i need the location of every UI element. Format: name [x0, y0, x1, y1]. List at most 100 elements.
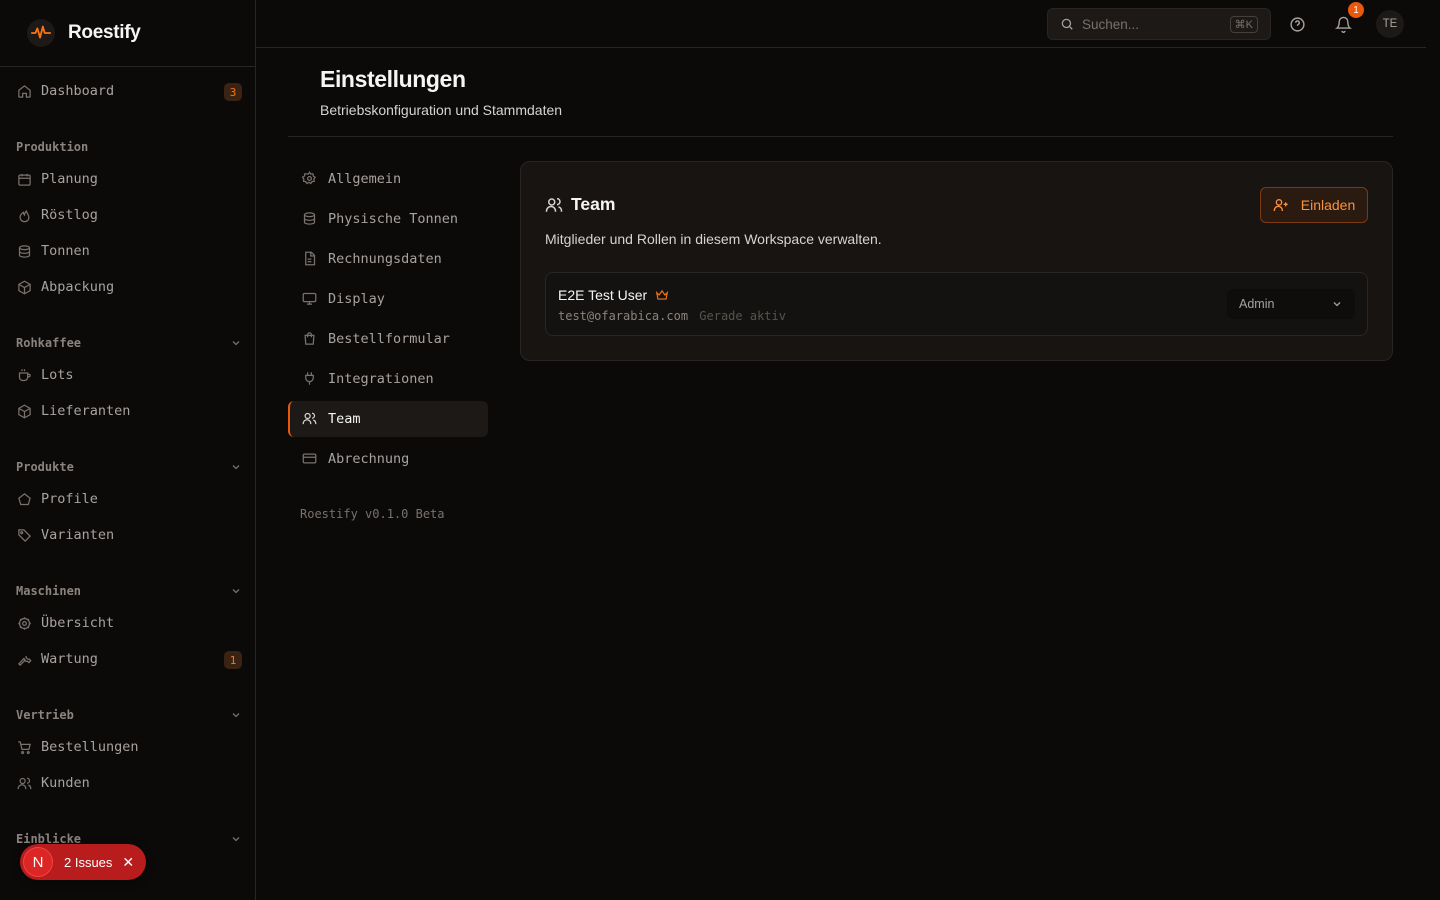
sidebar-item-lots[interactable]: Lots	[8, 359, 248, 391]
sidebar: Roestify Dashboard 3 Produktion Planung …	[0, 0, 256, 900]
sidebar-item-lieferanten[interactable]: Lieferanten	[8, 395, 248, 427]
close-icon[interactable]: ✕	[122, 854, 134, 871]
package-icon	[16, 279, 32, 295]
section-label: Rohkaffee	[16, 336, 82, 350]
settings-tab-abrechnung[interactable]: Abrechnung	[288, 441, 488, 477]
flame-icon	[16, 207, 32, 223]
settings-tab-integrationen[interactable]: Integrationen	[288, 361, 488, 397]
dashboard-badge: 3	[224, 83, 242, 101]
sidebar-item-label: Profile	[41, 491, 98, 507]
cart-icon	[16, 739, 32, 755]
gear-icon	[302, 171, 318, 187]
section-vertrieb[interactable]: Vertrieb	[16, 705, 242, 725]
sidebar-item-label: Lots	[41, 367, 74, 383]
tag-icon	[16, 527, 32, 543]
sidebar-item-label: Röstlog	[41, 207, 98, 223]
sidebar-item-profile[interactable]: Profile	[8, 483, 248, 515]
chevron-down-icon	[232, 589, 240, 594]
sidebar-item-label: Abpackung	[41, 279, 115, 295]
shopping-bag-icon	[302, 331, 318, 347]
drum-icon	[302, 211, 318, 227]
settings-tab-label: Rechnungsdaten	[328, 251, 442, 267]
card-title-text: Team	[571, 194, 616, 214]
member-name-wrap: E2E Test User	[558, 287, 669, 303]
section-produkte[interactable]: Produkte	[16, 457, 242, 477]
sidebar-item-label: Bestellungen	[41, 739, 139, 755]
user-plus-icon	[1273, 197, 1289, 213]
brand-name: Roestify	[68, 22, 141, 43]
sidebar-item-varianten[interactable]: Varianten	[8, 519, 248, 551]
sidebar-item-roestlog[interactable]: Röstlog	[8, 199, 248, 231]
section-label: Produkte	[16, 460, 74, 474]
settings-tab-label: Display	[328, 291, 385, 307]
role-select[interactable]: Admin	[1227, 289, 1355, 319]
chevron-down-icon	[232, 341, 240, 346]
avatar[interactable]: TE	[1376, 10, 1404, 38]
search-input[interactable]: Suchen... ⌘K	[1047, 8, 1271, 40]
member-meta: test@ofarabica.com Gerade aktiv	[558, 309, 786, 323]
sidebar-item-dashboard[interactable]: Dashboard 3	[8, 75, 248, 107]
chevron-down-icon	[1333, 302, 1341, 307]
role-select-value: Admin	[1239, 297, 1275, 311]
calendar-icon	[16, 171, 32, 187]
sidebar-item-bestellungen[interactable]: Bestellungen	[8, 731, 248, 763]
sidebar-item-label: Übersicht	[41, 615, 115, 631]
team-card: Team Mitglieder und Rollen in diesem Wor…	[520, 161, 1393, 361]
box-icon	[16, 403, 32, 419]
cog-icon	[16, 615, 32, 631]
section-label: Vertrieb	[16, 708, 74, 722]
issues-indicator[interactable]: N 2 Issues ✕	[20, 844, 146, 880]
chevron-down-icon	[232, 837, 240, 842]
sidebar-item-label: Dashboard	[41, 83, 115, 99]
help-icon[interactable]	[1285, 12, 1309, 36]
settings-tab-allgemein[interactable]: Allgemein	[288, 161, 488, 197]
settings-tab-physische-tonnen[interactable]: Physische Tonnen	[288, 201, 488, 237]
card-title: Team	[545, 194, 615, 215]
sidebar-item-abpackung[interactable]: Abpackung	[8, 271, 248, 303]
page-subtitle: Betriebskonfiguration und Stammdaten	[320, 102, 563, 118]
invite-button-label: Einladen	[1300, 197, 1356, 213]
sidebar-item-tonnen[interactable]: Tonnen	[8, 235, 248, 267]
invite-button[interactable]: Einladen	[1260, 187, 1368, 223]
brand[interactable]: Roestify	[0, 0, 255, 67]
sidebar-item-label: Planung	[41, 171, 98, 187]
wartung-badge: 1	[224, 651, 242, 669]
header-divider	[288, 136, 1393, 137]
coffee-cup-icon	[16, 367, 32, 383]
users-icon	[16, 775, 32, 791]
settings-tab-label: Team	[328, 411, 361, 427]
settings-tab-rechnungsdaten[interactable]: Rechnungsdaten	[288, 241, 488, 277]
wrench-icon	[16, 651, 32, 667]
section-produktion: Produktion	[16, 137, 242, 157]
page-title: Einstellungen	[320, 66, 466, 92]
search-icon	[1061, 18, 1073, 30]
sidebar-item-uebersicht[interactable]: Übersicht	[8, 607, 248, 639]
sidebar-item-planung[interactable]: Planung	[8, 163, 248, 195]
section-label: Maschinen	[16, 584, 82, 598]
users-icon	[545, 196, 563, 214]
member-status: Gerade aktiv	[699, 309, 786, 323]
settings-tab-label: Integrationen	[328, 371, 434, 387]
section-maschinen[interactable]: Maschinen	[16, 581, 242, 601]
section-label: Produktion	[16, 140, 89, 154]
settings-tab-display[interactable]: Display	[288, 281, 488, 317]
sidebar-item-label: Kunden	[41, 775, 90, 791]
sidebar-item-wartung[interactable]: Wartung 1	[8, 643, 248, 675]
chevron-down-icon	[232, 465, 240, 470]
topbar: Suchen... ⌘K 1 TE	[256, 0, 1426, 48]
search-shortcut: ⌘K	[1229, 16, 1258, 33]
chevron-down-icon	[232, 713, 240, 718]
settings-tab-bestellformular[interactable]: Bestellformular	[288, 321, 488, 357]
section-rohkaffee[interactable]: Rohkaffee	[16, 333, 242, 353]
card-description: Mitglieder und Rollen in diesem Workspac…	[545, 231, 882, 247]
plug-icon	[302, 371, 318, 387]
settings-tab-team[interactable]: Team	[288, 401, 488, 437]
users-icon	[302, 411, 318, 427]
sidebar-item-label: Lieferanten	[41, 403, 131, 419]
pentagon-icon	[16, 491, 32, 507]
drum-icon	[16, 243, 32, 259]
home-icon	[16, 83, 32, 99]
settings-tab-label: Physische Tonnen	[328, 211, 459, 227]
roestify-logo-icon	[27, 19, 55, 47]
sidebar-item-kunden[interactable]: Kunden	[8, 767, 248, 799]
